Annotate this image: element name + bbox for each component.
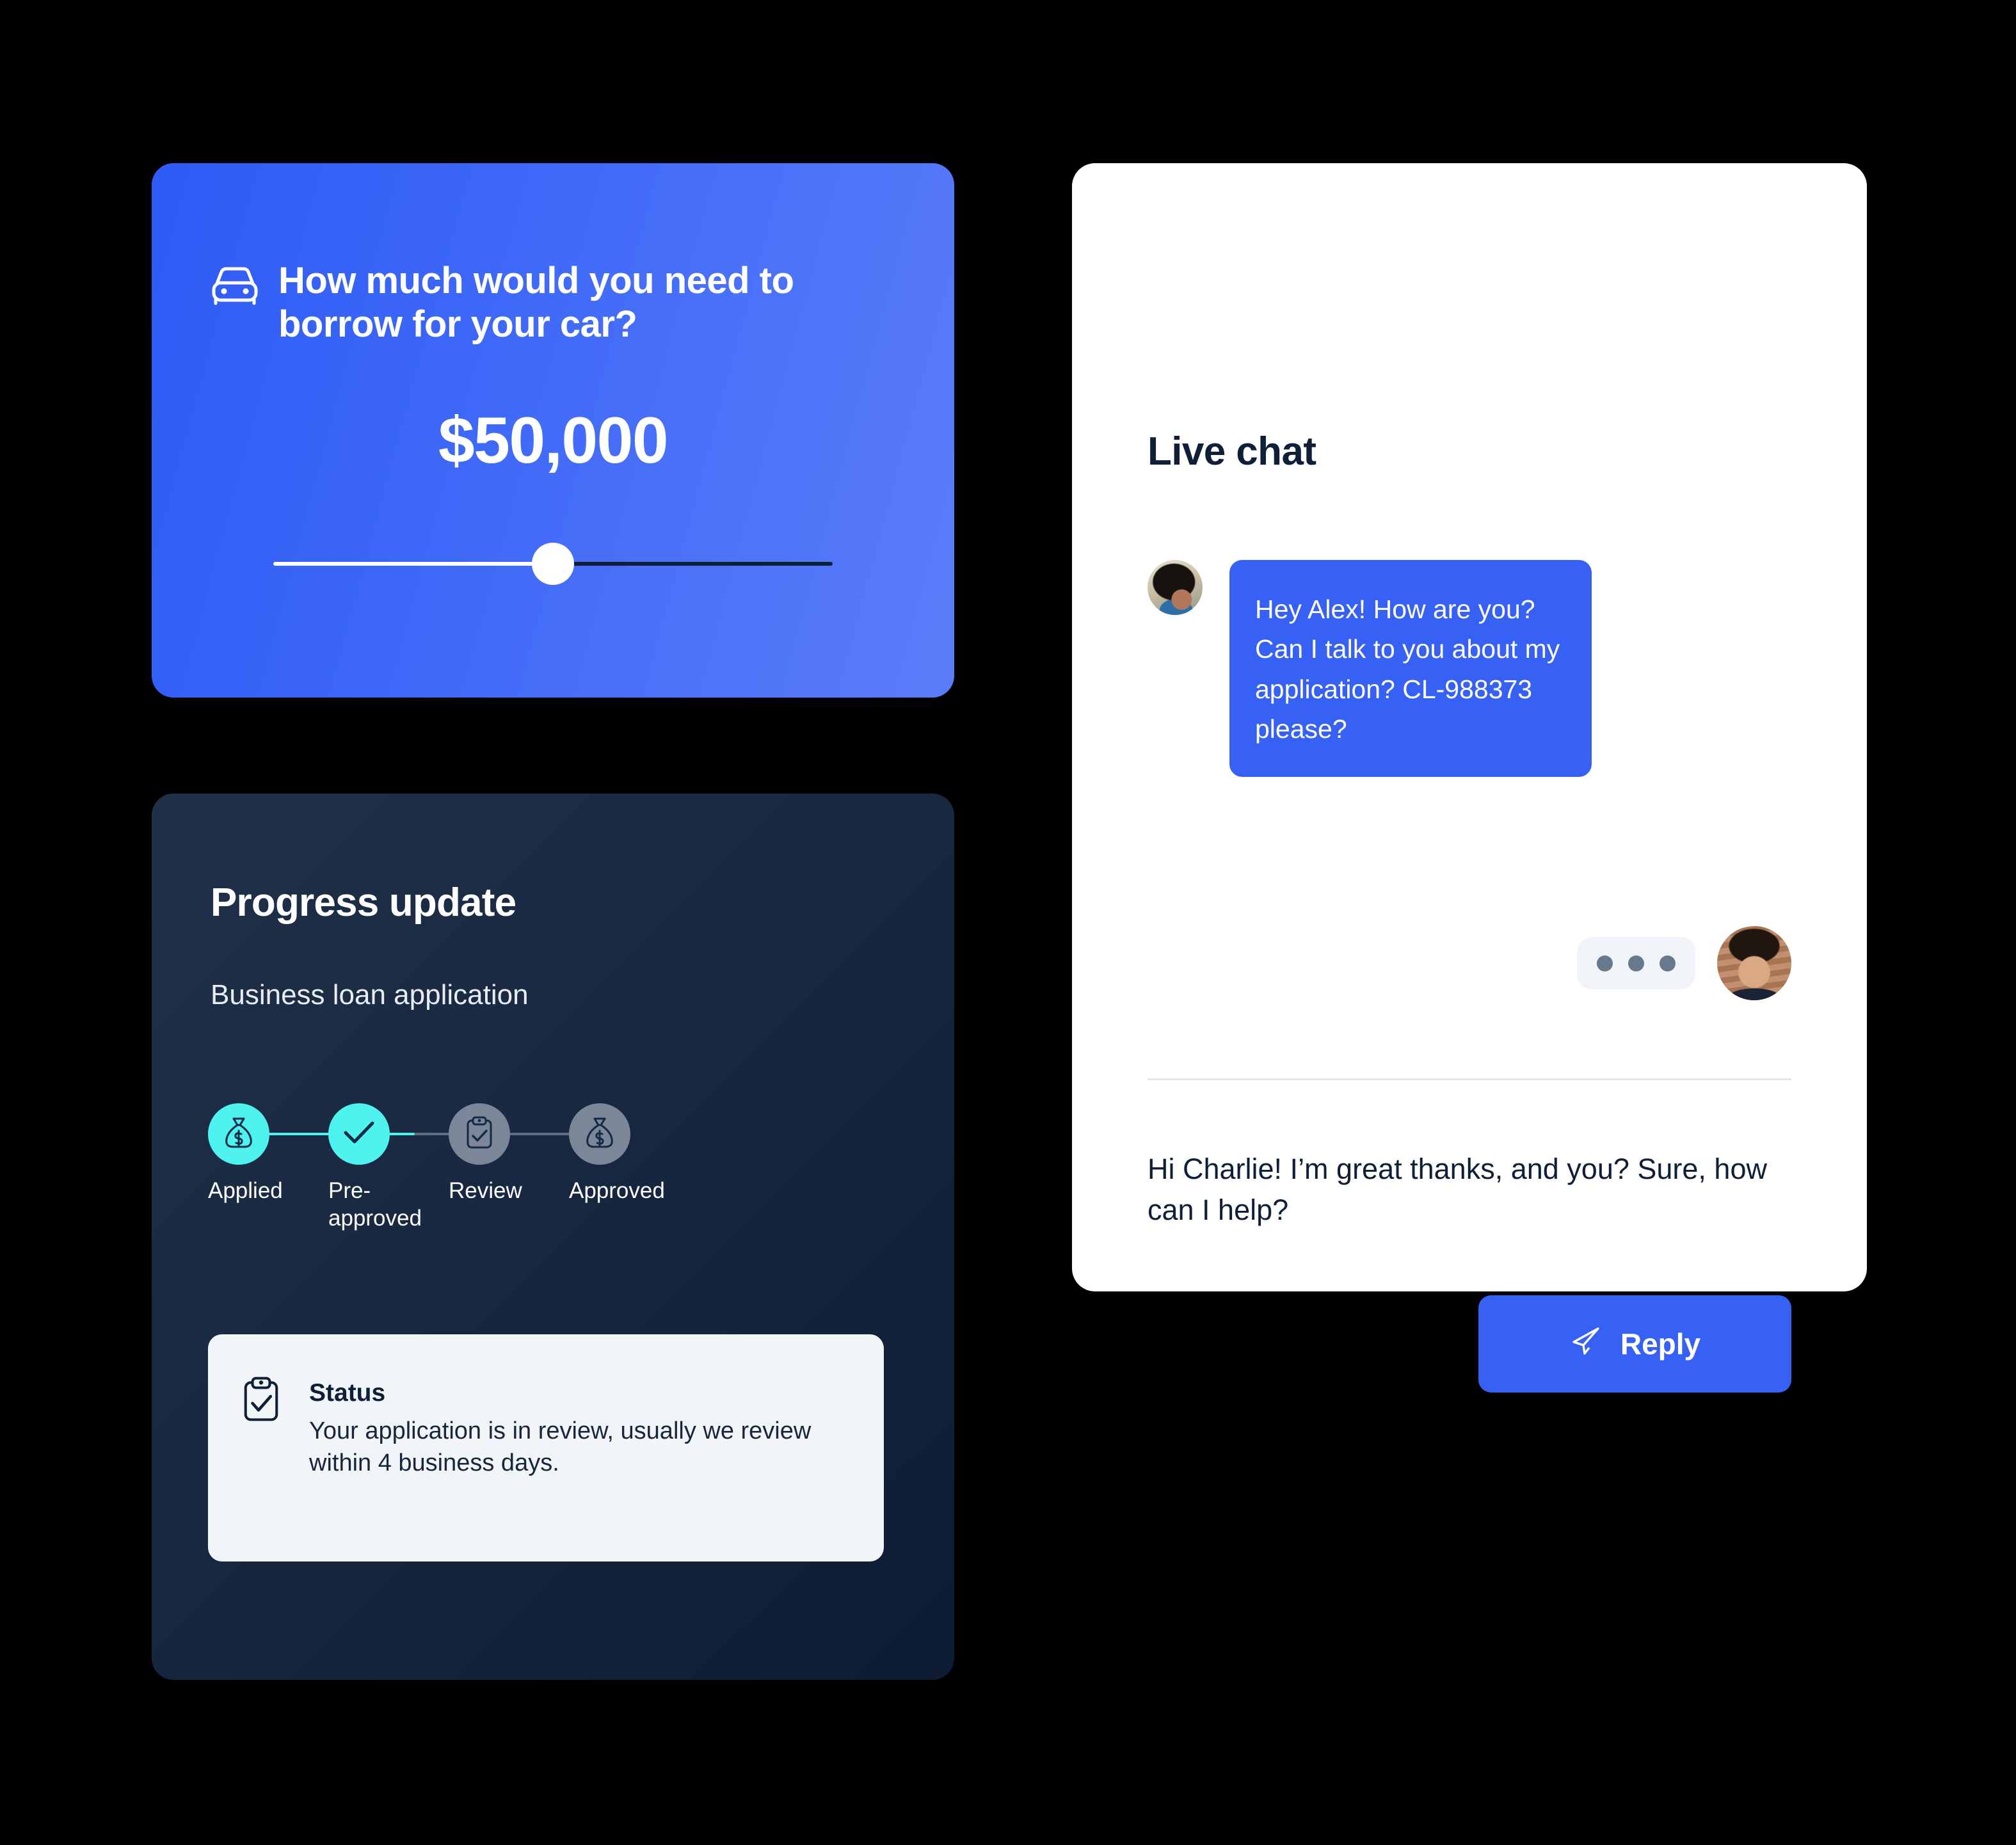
connector-2	[390, 1133, 449, 1135]
connector-1	[269, 1133, 328, 1135]
progress-step-labels: Applied Pre-approved Review Approved	[208, 1178, 665, 1232]
typing-indicator-row	[1577, 926, 1791, 1000]
reply-button-label: Reply	[1620, 1327, 1701, 1361]
progress-update-card: Progress update Business loan applicatio…	[152, 794, 954, 1680]
status-description: Your application is in review, usually w…	[309, 1418, 812, 1477]
step-label-applied: Applied	[208, 1178, 283, 1203]
live-chat-title: Live chat	[1148, 429, 1316, 474]
connector-3	[510, 1133, 569, 1135]
car-icon	[211, 266, 259, 308]
live-chat-card: Live chat Hey Alex! How are you? Can I t…	[1072, 163, 1867, 1393]
typing-dot-1	[1597, 955, 1613, 971]
chat-draft-reply[interactable]: Hi Charlie! I’m great thanks, and you? S…	[1148, 1149, 1791, 1231]
chat-divider	[1148, 1078, 1791, 1080]
borrow-question-text: How much would you need to borrow for yo…	[278, 260, 794, 346]
status-title: Status	[309, 1379, 386, 1407]
slider-fill	[273, 562, 553, 566]
money-bag-icon	[223, 1116, 255, 1153]
send-icon	[1569, 1324, 1603, 1364]
borrow-amount-card: How much would you need to borrow for yo…	[152, 163, 954, 698]
reply-button[interactable]: Reply	[1478, 1295, 1791, 1393]
progress-stepper: Applied Pre-approved Review Approved	[208, 1094, 665, 1261]
clipboard-check-icon	[241, 1375, 281, 1561]
step-approved[interactable]	[569, 1103, 630, 1165]
avatar-agent	[1717, 926, 1791, 1000]
step-applied[interactable]	[208, 1103, 269, 1165]
step-label-pre-approved: Pre-approved	[328, 1178, 422, 1231]
progress-subtitle: Business loan application	[211, 979, 529, 1010]
borrow-amount-value: $50,000	[438, 404, 669, 477]
borrow-amount-slider[interactable]	[273, 536, 833, 594]
borrow-card-header: How much would you need to borrow for yo…	[211, 259, 903, 347]
check-icon	[342, 1120, 376, 1149]
chat-message-incoming: Hey Alex! How are you? Can I talk to you…	[1148, 560, 1592, 778]
typing-indicator	[1577, 937, 1695, 989]
typing-dot-3	[1660, 955, 1676, 971]
money-bag-icon	[584, 1116, 616, 1153]
typing-dot-2	[1628, 955, 1644, 971]
step-label-review: Review	[449, 1178, 522, 1203]
clipboard-check-icon	[465, 1116, 494, 1153]
slider-thumb[interactable]	[532, 543, 574, 585]
avatar-customer	[1148, 560, 1203, 615]
step-label-approved: Approved	[569, 1178, 665, 1203]
step-pre-approved[interactable]	[328, 1103, 390, 1165]
step-review[interactable]	[449, 1103, 510, 1165]
progress-title: Progress update	[211, 881, 516, 925]
status-box: Status Your application is in review, us…	[208, 1334, 884, 1561]
chat-bubble-incoming: Hey Alex! How are you? Can I talk to you…	[1229, 560, 1592, 778]
